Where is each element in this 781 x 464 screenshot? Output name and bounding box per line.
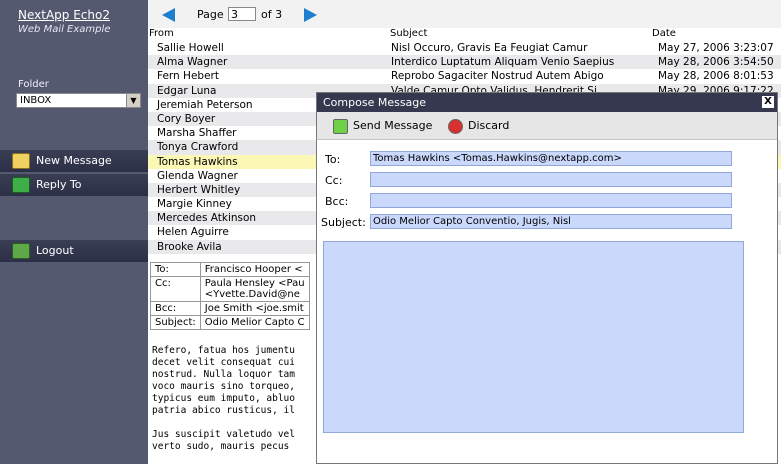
compose-toolbar: Send Message Discard — [317, 112, 777, 140]
detail-to-label: To: — [150, 262, 201, 277]
reply-to-label: Reply To — [36, 178, 82, 191]
table-row[interactable]: Sallie Howell Nisl Occuro, Gravis Ea Feug… — [148, 41, 781, 55]
detail-cc-value-2: <Yvette.David@ne — [204, 289, 300, 300]
logout-label: Logout — [36, 244, 74, 257]
compose-title: Compose Message — [323, 96, 427, 109]
row-from: Marsha Shaffer — [157, 127, 237, 140]
column-subject[interactable]: Subject — [390, 28, 427, 40]
bcc-label: Bcc: — [325, 195, 349, 208]
detail-to-value: Francisco Hooper < — [199, 262, 310, 277]
compose-titlebar[interactable]: Compose Message X — [317, 93, 777, 112]
row-from: Cory Boyer — [157, 112, 216, 125]
reply-to-button[interactable]: Reply To — [0, 174, 148, 196]
page-count: of 3 — [261, 8, 283, 21]
to-field[interactable]: Tomas Hawkins <Tomas.Hawkins@nextapp.com… — [370, 151, 732, 166]
send-message-button[interactable]: Send Message — [333, 117, 432, 134]
discard-label: Discard — [468, 119, 510, 132]
message-list-header: From Subject Date — [148, 28, 781, 40]
row-from: Tomas Hawkins — [157, 155, 238, 168]
send-message-label: Send Message — [353, 119, 433, 132]
detail-subject-value: Odio Melior Capto C — [199, 315, 310, 330]
close-icon[interactable]: X — [762, 96, 774, 108]
detail-subject-label: Subject: — [150, 315, 201, 330]
sidebar: NextApp Echo2 Web Mail Example Folder IN… — [0, 0, 148, 464]
message-header-table: To: Francisco Hooper < Cc: Paula Hensley <… — [150, 262, 315, 337]
app-title[interactable]: NextApp Echo2 — [18, 8, 110, 22]
row-subject: Interdico Luptatum Aliquam Venio Saepius — [391, 56, 615, 69]
next-page-icon[interactable] — [304, 8, 317, 22]
detail-cc-value: Paula Hensley <Pau — [204, 278, 305, 289]
detail-cc-label: Cc: — [150, 276, 201, 302]
pager: Page 3 of 3 — [148, 0, 781, 28]
row-date: May 27, 2006 3:23:07 — [658, 42, 774, 54]
chevron-down-icon[interactable]: ▼ — [126, 94, 140, 107]
subject-field[interactable]: Odio Melior Capto Conventio, Jugis, Nisl — [370, 214, 732, 229]
checkmark-icon — [333, 118, 348, 134]
row-from: Edgar Luna — [157, 84, 217, 97]
new-message-button[interactable]: New Message — [0, 150, 148, 172]
row-from: Tonya Crawford — [157, 141, 239, 154]
column-from[interactable]: From — [149, 28, 174, 40]
cc-label: Cc: — [325, 174, 343, 187]
to-label: To: — [325, 153, 341, 166]
table-row[interactable]: Alma Wagner Interdico Luptatum Aliquam Ve… — [148, 55, 781, 70]
discard-icon — [448, 118, 463, 134]
row-subject: Reprobo Sagaciter Nostrud Autem Abigo — [391, 70, 604, 83]
bcc-field[interactable] — [370, 193, 732, 208]
row-date: May 28, 2006 8:01:53 — [658, 70, 774, 83]
discard-button[interactable]: Discard — [448, 117, 509, 134]
pencil-icon — [12, 153, 30, 169]
row-from: Mercedes Atkinson — [157, 212, 257, 225]
cc-field[interactable] — [370, 172, 732, 187]
detail-bcc-label: Bcc: — [150, 301, 201, 316]
exit-door-icon — [12, 243, 30, 259]
new-message-label: New Message — [36, 154, 112, 167]
message-body-field[interactable] — [323, 241, 744, 433]
compose-dialog: Compose Message X Send Message Discard T… — [316, 92, 778, 464]
row-from: Margie Kinney — [157, 198, 232, 211]
folder-select[interactable]: INBOX ▼ — [16, 93, 141, 108]
subject-label: Subject: — [321, 216, 366, 229]
folder-select-value: INBOX — [20, 95, 52, 106]
row-from: Alma Wagner — [157, 56, 228, 69]
detail-bcc-value: Joe Smith <joe.smit — [199, 301, 310, 316]
row-from: Glenda Wagner — [157, 169, 238, 182]
previous-page-icon[interactable] — [162, 8, 175, 22]
row-from: Sallie Howell — [157, 42, 224, 54]
page-label: Page — [197, 8, 224, 21]
table-row[interactable]: Fern Hebert Reprobo Sagaciter Nostrud Aut… — [148, 69, 781, 83]
reply-arrow-icon — [12, 177, 30, 193]
row-from: Jeremiah Peterson — [157, 98, 253, 111]
message-body: Refero, fatua hos jumentu decet velit co… — [152, 345, 295, 452]
logout-button[interactable]: Logout — [0, 240, 148, 262]
app-subtitle: Web Mail Example — [18, 24, 111, 35]
folder-label: Folder — [18, 79, 49, 90]
row-from: Brooke Avila — [157, 240, 222, 253]
row-from: Fern Hebert — [157, 70, 219, 83]
row-date: May 28, 2006 3:54:50 — [658, 56, 774, 69]
page-number-input[interactable]: 3 — [228, 7, 256, 21]
row-from: Helen Aguirre — [157, 226, 229, 239]
row-subject: Nisl Occuro, Gravis Ea Feugiat Camur — [391, 42, 588, 54]
row-from: Herbert Whitley — [157, 183, 241, 196]
column-date[interactable]: Date — [652, 28, 676, 40]
